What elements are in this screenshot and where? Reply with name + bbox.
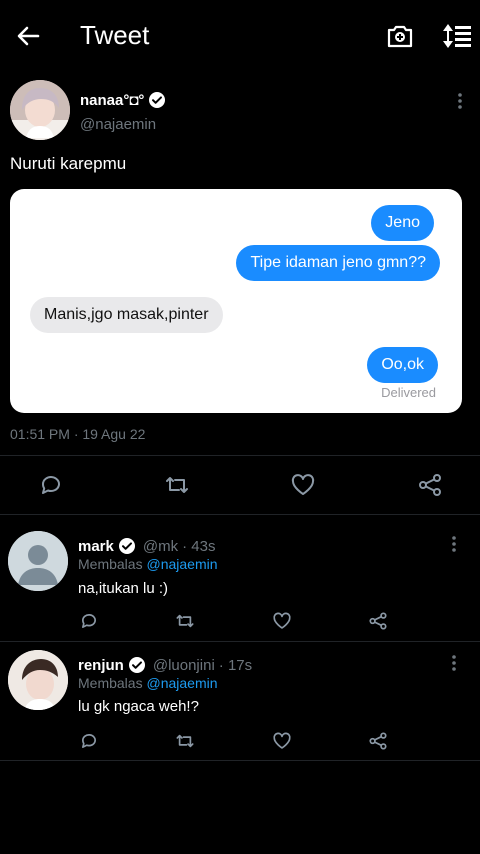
reply-text: lu gk ngaca weh!? [78, 698, 199, 715]
verified-icon [148, 91, 166, 109]
reply-handle[interactable]: @mk [143, 538, 178, 555]
retweet-icon[interactable] [164, 472, 190, 498]
author-avatar[interactable] [10, 80, 70, 140]
verified-icon [128, 656, 146, 674]
more-vertical-icon[interactable] [449, 654, 459, 672]
like-icon[interactable] [290, 472, 316, 498]
reply-text: na,itukan lu :) [78, 580, 169, 597]
more-vertical-icon[interactable] [455, 92, 465, 110]
sort-icon[interactable] [442, 22, 472, 50]
reply-handle[interactable]: @luonjini [153, 657, 215, 674]
reply-age: · 17s [218, 656, 253, 674]
camera-add-icon[interactable] [386, 22, 414, 50]
reply-header: renjun @luonjini · 17s [78, 656, 252, 674]
replying-mention[interactable]: @najaemin [146, 675, 217, 691]
like-icon[interactable] [272, 611, 292, 631]
replying-to: Membalas @najaemin [78, 675, 218, 691]
replying-prefix: Membalas [78, 556, 143, 572]
divider [0, 514, 480, 515]
back-arrow-icon[interactable] [14, 22, 42, 50]
author-display-name: nanaa°◘° [80, 91, 145, 109]
tweet-media-image[interactable]: Jeno Tipe idaman jeno gmn?? Manis,jgo ma… [10, 189, 462, 413]
retweet-icon[interactable] [175, 611, 195, 631]
replying-to: Membalas @najaemin [78, 556, 218, 572]
chat-bubble-sent: Tipe idaman jeno gmn?? [236, 245, 440, 281]
divider [0, 760, 480, 761]
reply-age: · 43s [182, 537, 216, 555]
author-name-row[interactable]: nanaa°◘° [80, 91, 166, 109]
reply-avatar[interactable] [8, 531, 68, 591]
tweet-timestamp: 01:51 PM · 19 Agu 22 [10, 426, 146, 442]
chat-bubble-received: Manis,jgo masak,pinter [30, 297, 223, 333]
reply-icon[interactable] [79, 611, 99, 631]
divider [0, 641, 480, 642]
top-bar: Tweet [0, 0, 480, 74]
reply-author-name[interactable]: mark [78, 538, 114, 555]
reply-icon[interactable] [79, 731, 99, 751]
reply-icon[interactable] [38, 472, 64, 498]
reply-header: mark @mk · 43s [78, 537, 215, 555]
chat-bubble-sent: Jeno [371, 205, 434, 241]
chat-bubble-sent: Oo,ok [367, 347, 438, 383]
divider [0, 455, 480, 456]
replying-prefix: Membalas [78, 675, 143, 691]
delivered-status: Delivered [381, 385, 436, 400]
author-handle[interactable]: @najaemin [80, 116, 156, 133]
replying-mention[interactable]: @najaemin [146, 556, 217, 572]
share-icon[interactable] [417, 472, 443, 498]
tweet-text: Nuruti karepmu [10, 154, 127, 173]
share-icon[interactable] [368, 611, 388, 631]
more-vertical-icon[interactable] [449, 535, 459, 553]
share-icon[interactable] [368, 731, 388, 751]
retweet-icon[interactable] [175, 731, 195, 751]
verified-icon [118, 537, 136, 555]
page-title: Tweet [80, 20, 150, 50]
like-icon[interactable] [272, 731, 292, 751]
reply-author-name[interactable]: renjun [78, 657, 124, 674]
reply-avatar[interactable] [8, 650, 68, 710]
